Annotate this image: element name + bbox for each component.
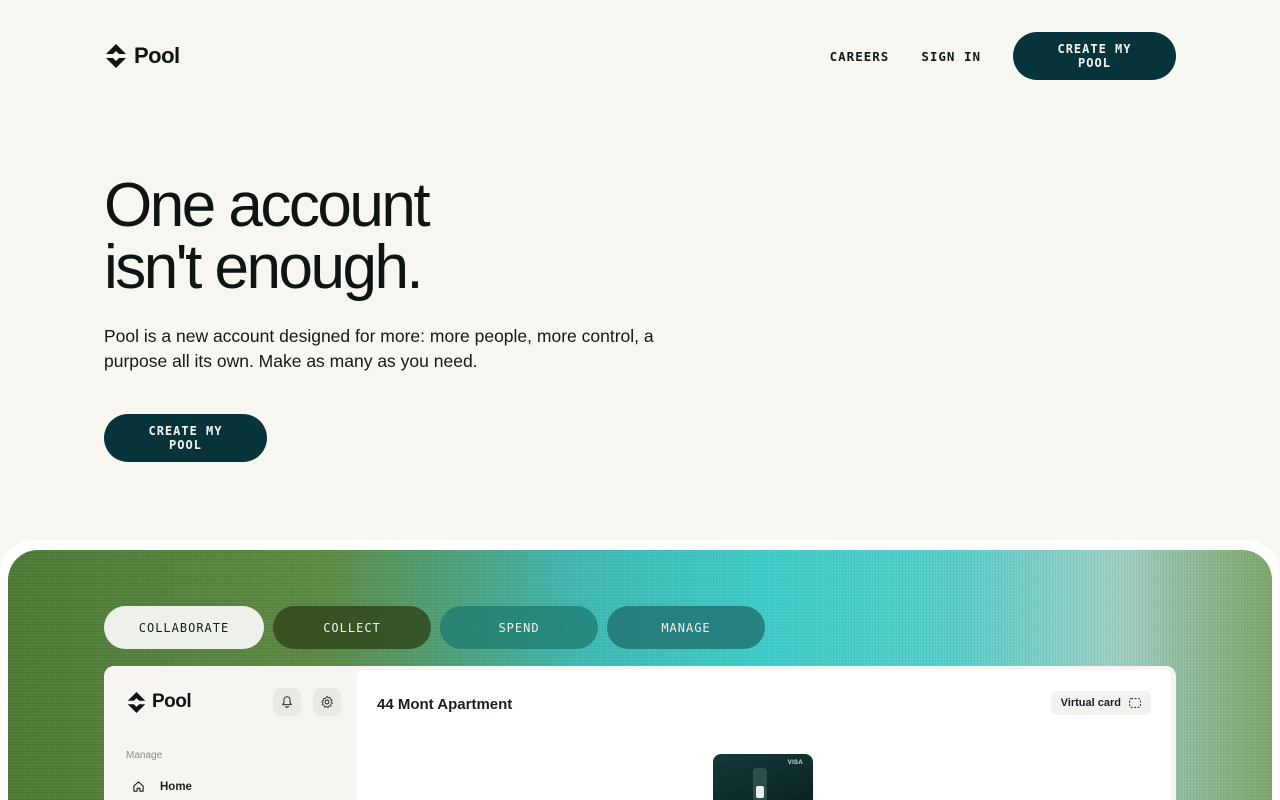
- card-chip-icon: [753, 768, 767, 800]
- hero-subtitle: Pool is a new account designed for more:…: [104, 326, 654, 371]
- card-brand-label: VISA: [787, 760, 803, 766]
- sidebar-item-home[interactable]: Home: [132, 780, 192, 793]
- main-nav: CAREERS SIGN IN CREATE MY POOL: [798, 32, 1176, 80]
- careers-link[interactable]: CAREERS: [830, 49, 890, 64]
- sidebar-item-label: Home: [160, 780, 192, 793]
- sign-in-link[interactable]: SIGN IN: [921, 49, 981, 64]
- brand-logo[interactable]: Pool: [104, 43, 180, 69]
- card-frame-icon: [1129, 698, 1141, 708]
- brand-name: Pool: [134, 43, 180, 68]
- tab-spend[interactable]: SPEND: [440, 606, 598, 649]
- pool-logo-icon: [127, 691, 146, 713]
- virtual-card-button[interactable]: Virtual card: [1050, 691, 1151, 715]
- feature-tabs: COLLABORATE COLLECT SPEND MANAGE: [104, 606, 765, 649]
- settings-button[interactable]: [313, 688, 341, 716]
- app-brand-name: Pool: [152, 691, 192, 712]
- app-sidebar: Pool Manage Home: [104, 666, 354, 800]
- create-pool-header-button[interactable]: CREATE MY POOL: [1013, 32, 1176, 80]
- account-title: 44 Mont Apartment: [377, 696, 513, 713]
- pool-logo-icon: [106, 44, 126, 68]
- virtual-card-label: Virtual card: [1060, 697, 1121, 709]
- home-icon: [133, 781, 144, 792]
- sidebar-section-label: Manage: [126, 750, 163, 761]
- tab-collect[interactable]: COLLECT: [273, 606, 431, 649]
- hero-title-line-2: isn't enough.: [104, 233, 424, 302]
- gear-icon: [321, 695, 333, 709]
- tab-manage[interactable]: MANAGE: [607, 606, 765, 649]
- virtual-card[interactable]: VISA: [713, 754, 813, 800]
- hero-title-line-1: One account: [104, 171, 431, 240]
- tab-collaborate[interactable]: COLLABORATE: [104, 606, 264, 649]
- site-header: Pool CAREERS SIGN IN CREATE MY POOL: [104, 32, 1176, 80]
- create-pool-hero-button[interactable]: CREATE MY POOL: [104, 414, 267, 462]
- app-logo: Pool: [126, 691, 192, 713]
- app-main: 44 Mont Apartment Virtual card VISA: [357, 670, 1171, 800]
- notifications-button[interactable]: [273, 688, 301, 716]
- bell-icon: [282, 696, 292, 708]
- app-preview: Pool Manage Home 44 Mont Apartment Virtu…: [104, 666, 1176, 800]
- hero-title: One account isn't enough.: [104, 171, 431, 302]
